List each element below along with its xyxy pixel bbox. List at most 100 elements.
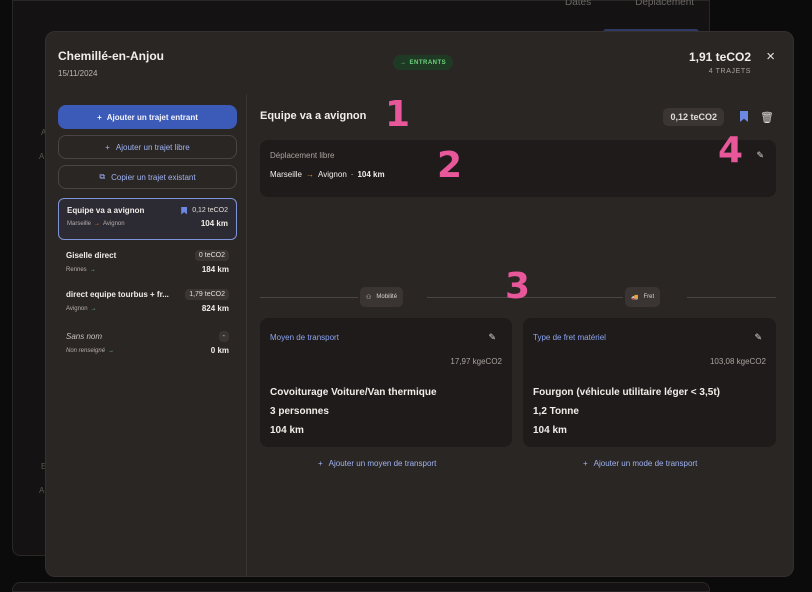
- plus-icon: +: [318, 459, 323, 468]
- direction-badge: → ENTRANTS: [393, 55, 454, 70]
- background-mark: A: [39, 486, 45, 495]
- route-to: Avignon: [318, 170, 347, 179]
- trip-from: Non renseigné: [66, 347, 106, 354]
- bookmark-icon[interactable]: [740, 111, 748, 122]
- edit-pencil-icon[interactable]: ✎: [754, 332, 762, 343]
- transport-people: 3 personnes: [270, 406, 329, 417]
- trip-to: Avignon: [103, 220, 125, 227]
- trip-route: Rennes →: [66, 267, 96, 273]
- section-label: Fret: [643, 294, 655, 300]
- background-bottom-panel: [12, 582, 710, 592]
- edit-pencil-icon[interactable]: ✎: [756, 150, 764, 161]
- annotation-number: 1: [385, 94, 411, 135]
- copy-trip-button[interactable]: ⧉ Copier un trajet existant: [58, 165, 237, 189]
- transport-card[interactable]: Moyen de transport ✎ 17,97 kgeCO2 Covoit…: [260, 318, 512, 447]
- plus-icon: +: [105, 142, 110, 152]
- arrow-right-icon: →: [90, 305, 97, 312]
- trip-detail-panel: Equipe va a avignon 0,12 teCO2 🗑 Déplace…: [260, 94, 782, 576]
- trip-route: Avignon →: [66, 306, 97, 312]
- trash-icon[interactable]: 🗑: [760, 111, 774, 124]
- transport-distance: 104 km: [270, 425, 304, 436]
- freight-card-title: Type de fret matériel: [533, 333, 606, 342]
- add-transport-link[interactable]: + Ajouter un moyen de transport: [318, 459, 436, 468]
- add-inbound-trip-button[interactable]: + Ajouter un trajet entrant: [58, 105, 237, 129]
- freight-card-value: 103,08 kgeCO2: [709, 357, 766, 366]
- trip-list-item[interactable]: direct equipe tourbus + fr... 1,79 teCO2…: [58, 282, 237, 320]
- modal-total-co2: 1,91 teCO2: [688, 50, 751, 64]
- trip-modal: Chemillé-en-Anjou 15/11/2024 → ENTRANTS …: [45, 31, 794, 577]
- transport-card-title: Moyen de transport: [270, 333, 339, 342]
- button-label: Copier un trajet existant: [111, 172, 196, 182]
- link-label: Ajouter un moyen de transport: [328, 459, 437, 468]
- trip-co2: 1,79 teCO2: [185, 289, 229, 300]
- section-mobility: ⚇ Mobilité: [360, 287, 404, 307]
- modal-title: Chemillé-en-Anjou: [58, 49, 165, 63]
- freight-card-details: Fourgon (véhicule utilitaire léger < 3,5…: [533, 383, 720, 440]
- trip-co2: 0,12 teCO2: [192, 207, 228, 214]
- annotation-number: 3: [505, 266, 531, 307]
- background-columns: Dates Déplacement: [565, 0, 694, 8]
- route-from: Marseille: [270, 170, 303, 179]
- arrow-right-icon: →: [400, 59, 407, 66]
- trip-co2: -: [218, 331, 229, 342]
- trip-list-item[interactable]: Equipe va a avignon 0,12 teCO2 Marseille…: [58, 198, 237, 240]
- route-distance: 104 km: [357, 170, 385, 179]
- modal-date: 15/11/2024: [58, 69, 98, 78]
- transport-type: Covoiturage Voiture/Van thermique: [270, 387, 437, 398]
- trip-from: Avignon: [66, 305, 88, 312]
- modal-header: Chemillé-en-Anjou 15/11/2024 → ENTRANTS …: [46, 32, 793, 94]
- annotation-number: 4: [718, 130, 744, 171]
- link-label: Ajouter un mode de transport: [593, 459, 698, 468]
- close-icon[interactable]: ×: [766, 48, 775, 65]
- freight-weight: 1,2 Tonne: [533, 406, 579, 417]
- section-label: Mobilité: [376, 294, 398, 300]
- trip-list-item[interactable]: Sans nom - Non renseigné → 0 km: [58, 324, 237, 362]
- add-mode-link[interactable]: + Ajouter un mode de transport: [583, 459, 697, 468]
- trip-distance: 824 km: [201, 304, 229, 313]
- button-label: Ajouter un trajet entrant: [106, 112, 198, 122]
- trip-list-item[interactable]: Giselle direct 0 teCO2 Rennes → 184 km: [58, 243, 237, 281]
- trip-co2-total: 0,12 teCO2: [663, 108, 724, 126]
- annotation-number: 2: [437, 145, 463, 186]
- freight-distance: 104 km: [533, 425, 567, 436]
- trip-co2: 0 teCO2: [194, 250, 229, 261]
- trip-name: direct equipe tourbus + fr...: [66, 290, 169, 299]
- arrow-right-icon: →: [94, 220, 101, 227]
- section-divider: [687, 297, 776, 298]
- transport-card-value: 17,97 kgeCO2: [450, 357, 502, 366]
- route-separator: ·: [350, 170, 354, 179]
- trip-name: Equipe va a avignon: [67, 206, 145, 215]
- trip-from: Rennes: [66, 266, 87, 273]
- bookmark-icon: [181, 206, 188, 215]
- movement-card[interactable]: Déplacement libre Marseille → Avignon · …: [260, 140, 776, 197]
- section-freight: 🚚 Fret: [625, 287, 661, 307]
- movement-route: Marseille → Avignon · 104 km: [270, 170, 385, 179]
- truck-icon: 🚚: [631, 294, 639, 301]
- trip-name: Sans nom: [66, 332, 103, 341]
- transport-card-details: Covoiturage Voiture/Van thermique 3 pers…: [270, 383, 437, 440]
- section-divider: [260, 297, 358, 298]
- trip-distance: 104 km: [200, 219, 228, 228]
- modal-trips-count: 4 TRAJETS: [708, 68, 751, 75]
- arrow-right-icon: →: [306, 170, 315, 179]
- plus-icon: +: [583, 459, 588, 468]
- trip-distance: 184 km: [201, 265, 229, 274]
- arrow-right-icon: →: [108, 347, 115, 354]
- people-icon: ⚇: [366, 294, 372, 301]
- trip-name: Giselle direct: [66, 251, 117, 260]
- column-deplacement: Déplacement: [635, 0, 695, 8]
- arrow-right-icon: →: [89, 266, 96, 273]
- background-mark: A: [39, 152, 45, 161]
- add-free-trip-button[interactable]: + Ajouter un trajet libre: [58, 135, 237, 159]
- trip-title: Equipe va a avignon: [260, 110, 367, 122]
- column-dates: Dates: [565, 0, 592, 8]
- button-label: Ajouter un trajet libre: [115, 142, 190, 152]
- trip-route: Marseille → Avignon: [67, 221, 125, 227]
- badge-label: ENTRANTS: [409, 59, 447, 66]
- freight-card[interactable]: Type de fret matériel ✎ 103,08 kgeCO2 Fo…: [523, 318, 776, 447]
- plus-icon: +: [97, 112, 102, 122]
- freight-type: Fourgon (véhicule utilitaire léger < 3,5…: [533, 387, 720, 398]
- edit-pencil-icon[interactable]: ✎: [488, 332, 496, 343]
- trip-list-panel: + Ajouter un trajet entrant + Ajouter un…: [46, 94, 247, 576]
- movement-label: Déplacement libre: [270, 151, 335, 160]
